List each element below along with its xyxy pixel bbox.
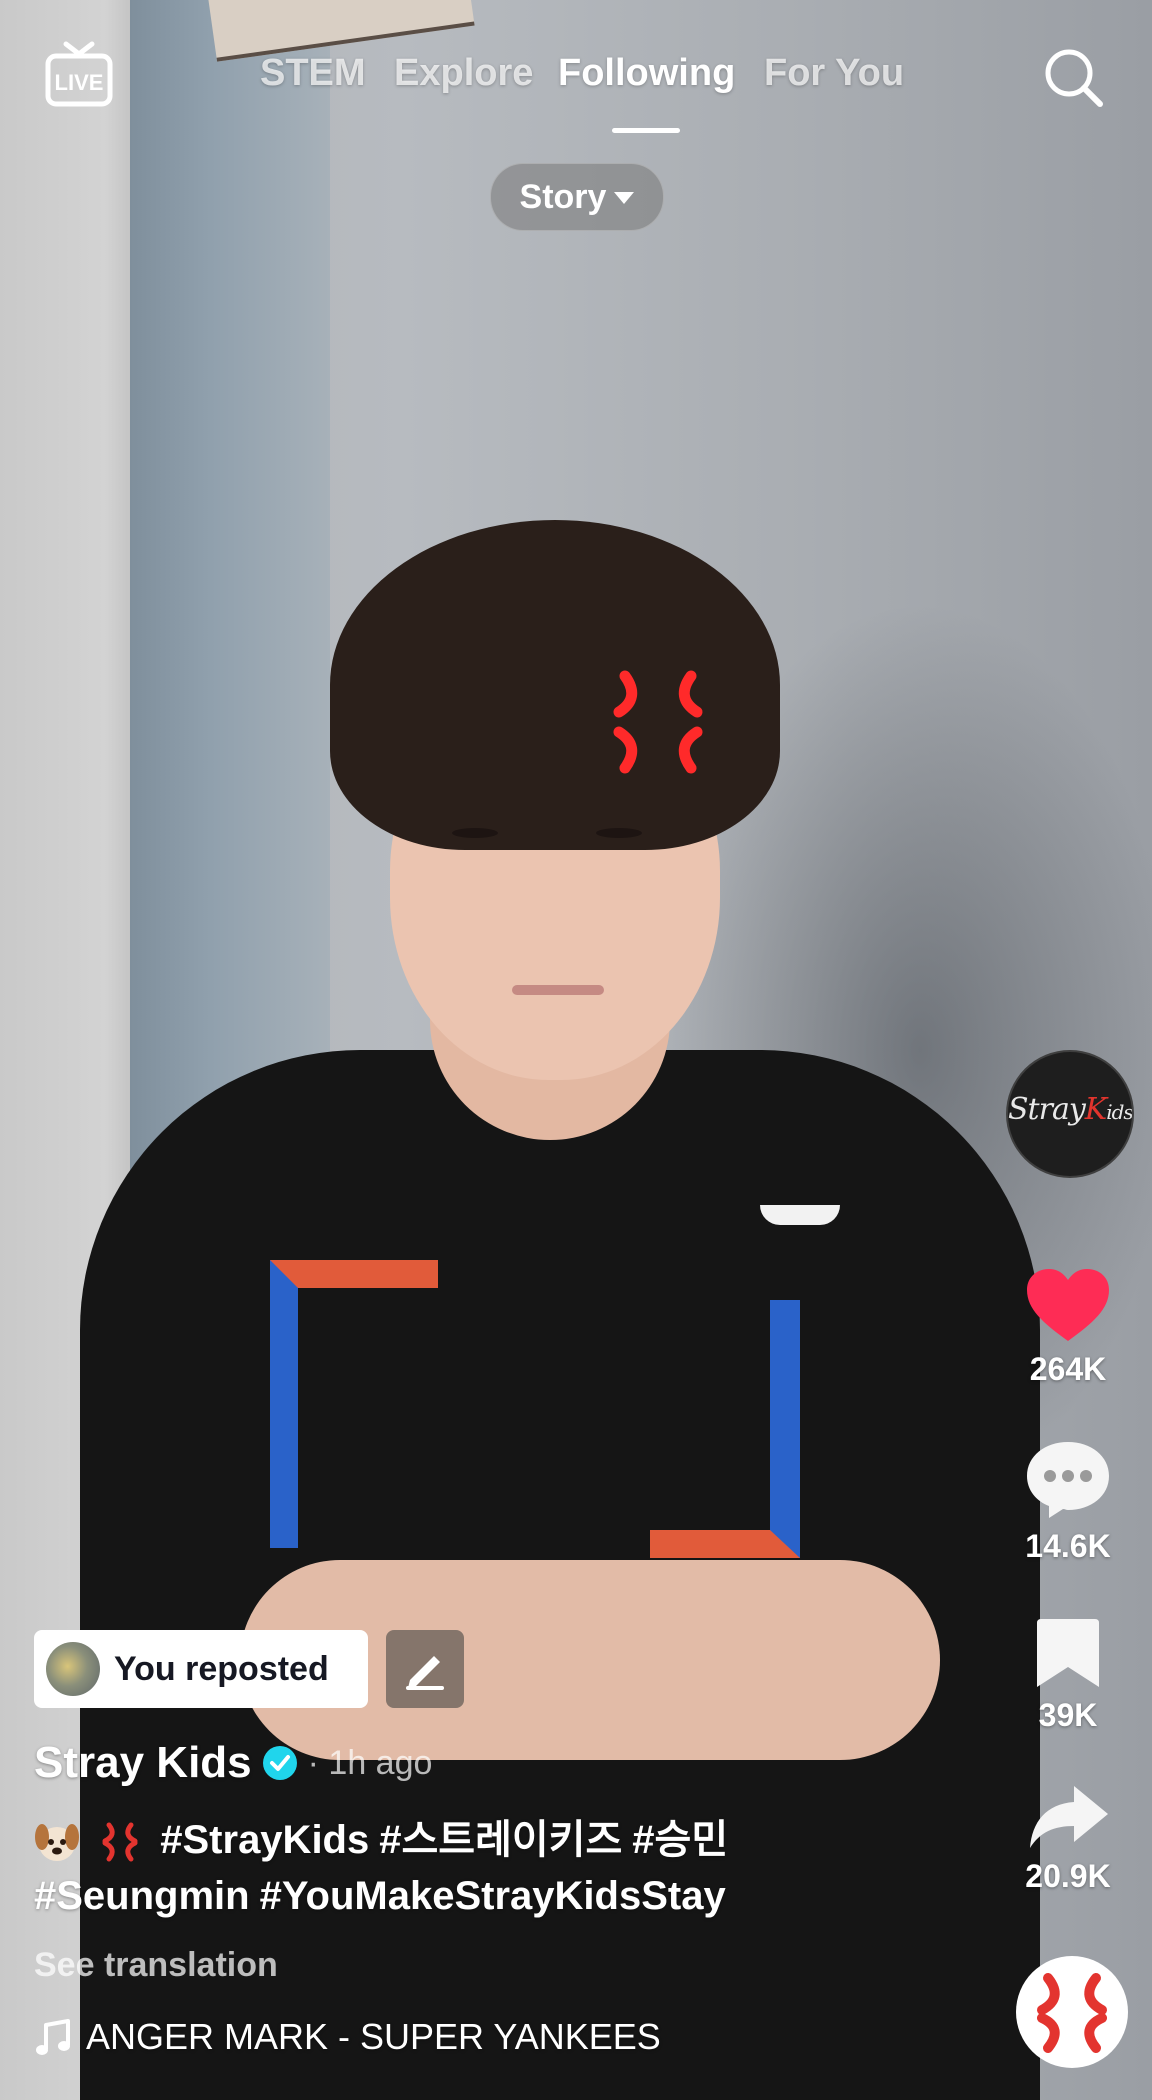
top-navigation: LIVE STEM Explore Following For You [0, 0, 1152, 150]
tab-stem[interactable]: STEM [260, 52, 366, 95]
verified-badge-icon [262, 1746, 297, 1780]
sound-disc[interactable] [1016, 1956, 1128, 2068]
comment-icon [1027, 1442, 1109, 1518]
hashtag[interactable]: #승민 [632, 1818, 728, 1862]
avatar-logo-part3: ids [1106, 1100, 1133, 1124]
music-title: ANGER MARK - SUPER YANKEES [86, 2016, 661, 2057]
comment-count: 14.6K [1025, 1528, 1111, 1564]
comment-button[interactable]: 14.6K [1000, 1438, 1136, 1565]
creator-avatar-logo: StrayKids [1008, 1092, 1132, 1127]
save-count: 39K [1038, 1697, 1098, 1733]
hashtag[interactable]: #YouMakeStrayKidsStay [260, 1874, 726, 1918]
jersey-logo [760, 1205, 840, 1225]
bookmark-icon [1037, 1619, 1099, 1687]
hashtag[interactable]: #StrayKids [160, 1818, 369, 1862]
author-row: Stray Kids · 1h ago [34, 1735, 432, 1791]
tab-for-you[interactable]: For You [764, 52, 904, 95]
user-avatar [46, 1642, 100, 1696]
anger-mark-icon [1037, 1973, 1107, 2053]
music-info[interactable]: ANGER MARK - SUPER YANKEES [34, 2012, 661, 2062]
tab-explore[interactable]: Explore [394, 52, 533, 95]
story-filter-dropdown[interactable]: Story [490, 163, 664, 231]
tab-following[interactable]: Following [558, 52, 735, 95]
hashtag[interactable]: #Seungmin [34, 1874, 250, 1918]
search-icon [1045, 49, 1103, 107]
person-eye-left [452, 828, 498, 838]
save-button[interactable]: 39K [1000, 1615, 1136, 1734]
repost-indicator[interactable]: You reposted [34, 1630, 368, 1708]
caret-down-icon [614, 192, 635, 204]
active-tab-indicator [612, 128, 680, 133]
post-time: · 1h ago [307, 1743, 433, 1782]
heart-icon [1027, 1269, 1109, 1341]
story-filter-label: Story [519, 177, 607, 216]
dog-face-emoji [35, 1824, 79, 1862]
jersey-lettering-left [270, 1260, 438, 1548]
author-name[interactable]: Stray Kids [34, 1738, 252, 1788]
person-mouth [512, 985, 604, 995]
music-note-icon [36, 2019, 70, 2055]
search-button[interactable] [1042, 46, 1106, 110]
share-count: 20.9K [1025, 1858, 1111, 1894]
anger-emoji [102, 1822, 138, 1862]
creator-avatar[interactable]: StrayKids [1006, 1050, 1134, 1178]
see-translation-link[interactable]: See translation [34, 1946, 278, 1985]
avatar-logo-part1: Stray [1008, 1092, 1086, 1127]
anger-mark-sticker [613, 670, 703, 774]
repost-label: You reposted [114, 1649, 329, 1688]
like-button[interactable]: 264K [1000, 1265, 1136, 1388]
like-count: 264K [1029, 1351, 1107, 1387]
edit-repost-button[interactable] [386, 1630, 464, 1708]
jersey-lettering-right [650, 1300, 800, 1558]
share-button[interactable]: 20.9K [1000, 1782, 1136, 1895]
post-caption: #StrayKids #스트레이키즈 #승민 #Seungmin #YouMakeSt… [34, 1812, 794, 1924]
hashtag[interactable]: #스트레이키즈 [379, 1818, 622, 1862]
person-hair [330, 520, 780, 850]
share-arrow-icon [1030, 1786, 1108, 1848]
feed-tabs: STEM Explore Following For You [0, 52, 1152, 112]
pencil-icon [406, 1656, 444, 1690]
avatar-logo-part2: K [1084, 1092, 1107, 1127]
person-eye-right [596, 828, 642, 838]
